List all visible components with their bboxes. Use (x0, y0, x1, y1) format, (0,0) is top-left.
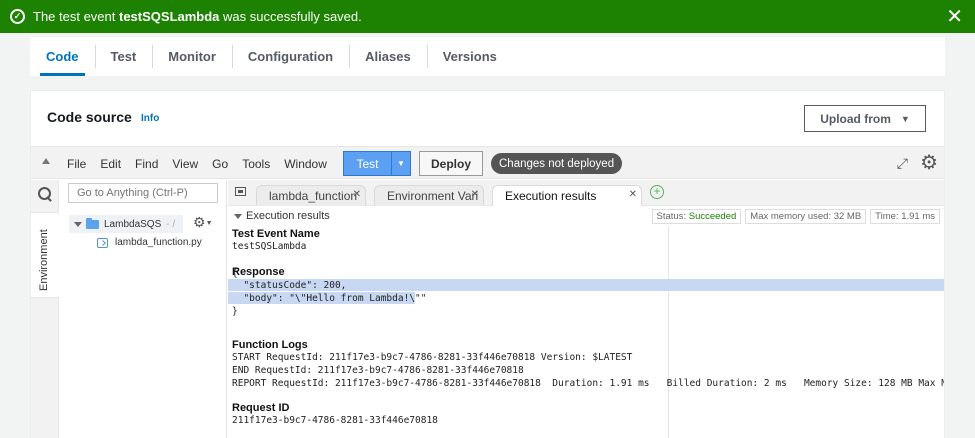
menu-edit[interactable]: Edit (100, 157, 121, 171)
tab-list-icon[interactable] (235, 187, 246, 196)
menu-file[interactable]: File (67, 157, 86, 171)
folder-name: LambdaSQS (104, 218, 162, 230)
file-name: lambda_function.py (115, 237, 202, 248)
menu-view[interactable]: View (172, 157, 198, 171)
request-id-heading: Request ID (232, 402, 290, 414)
memory-badge: Max memory used: 32 MB (745, 209, 867, 224)
close-tab-icon[interactable]: ✕ (353, 189, 361, 200)
environment-tab[interactable]: Environment (31, 212, 59, 298)
status-badge: Changes not deployed (491, 153, 623, 174)
test-dropdown-icon[interactable]: ▼ (392, 152, 410, 175)
flash-message: The test event testSQSLambda was success… (33, 9, 362, 24)
results-badges: Status: Succeeded Max memory used: 32 MB… (651, 209, 940, 224)
info-link[interactable]: Info (141, 113, 159, 124)
upload-from-label: Upload from (820, 111, 891, 126)
close-icon[interactable]: ✕ (946, 4, 963, 29)
response-line: } (232, 306, 238, 317)
tab-versions[interactable]: Versions (426, 37, 513, 76)
menu-window[interactable]: Window (284, 157, 327, 171)
ide-toolbar: File Edit Find View Go Tools Window Test… (31, 146, 944, 179)
success-flash-banner: ✓ The test event testSQSLambda was succe… (0, 0, 975, 33)
left-rail: Environment (31, 180, 59, 438)
code-source-panel: Code source Info Upload from ▼ File Edit… (30, 90, 945, 438)
code-source-title: Code source (47, 109, 132, 125)
search-icon[interactable] (38, 187, 52, 201)
file-tree: LambdaSQS - / ⚙▼ lambda_function.py (59, 180, 227, 438)
menu-tools[interactable]: Tools (242, 157, 270, 171)
log-line: START RequestId: 211f17e3-b9c7-4786-8281… (232, 352, 633, 363)
close-tab-icon[interactable]: ✕ (471, 189, 479, 200)
folder-path: - / (166, 218, 176, 230)
status-badge: Status: Succeeded (651, 209, 742, 224)
tab-test[interactable]: Test (94, 37, 153, 76)
test-button[interactable]: Test ▼ (343, 151, 411, 176)
collapse-icon[interactable] (42, 158, 50, 164)
check-circle-icon: ✓ (10, 9, 25, 24)
execution-results: Execution results Status: Succeeded Max … (228, 206, 944, 438)
response-line: "statusCode": 200, (232, 280, 347, 291)
goto-anything-input[interactable] (68, 183, 218, 203)
time-badge: Time: 1.91 ms (870, 209, 940, 224)
print-margin (668, 226, 669, 438)
tab-monitor[interactable]: Monitor (152, 37, 232, 76)
response-heading: Response (232, 266, 285, 278)
fullscreen-icon[interactable]: ⤢ (897, 155, 908, 172)
tree-file-row[interactable]: lambda_function.py (97, 237, 202, 248)
log-line: REPORT RequestId: 211f17e3-b9c7-4786-828… (232, 378, 944, 389)
test-event-value: testSQSLambda (232, 241, 307, 252)
close-tab-icon[interactable]: ✕ (629, 189, 637, 200)
tree-settings-icon[interactable]: ⚙▼ (193, 214, 213, 231)
add-tab-icon[interactable]: + (650, 185, 664, 199)
results-section-title: Execution results (246, 210, 330, 222)
editor-tab-execution-results[interactable]: Execution results ✕ (492, 185, 642, 206)
caret-down-icon: ▼ (900, 113, 910, 124)
log-line: END RequestId: 211f17e3-b9c7-4786-8281-3… (232, 365, 524, 376)
menu-go[interactable]: Go (212, 157, 228, 171)
ide-menu: File Edit Find View Go Tools Window (67, 157, 327, 171)
tab-code[interactable]: Code (30, 37, 95, 76)
tree-folder-row[interactable]: LambdaSQS - / (69, 215, 183, 233)
response-line: { (232, 268, 238, 279)
chevron-down-icon[interactable] (234, 213, 242, 219)
tab-aliases[interactable]: Aliases (349, 37, 427, 76)
chevron-down-icon[interactable] (74, 221, 82, 227)
environment-label: Environment (38, 229, 50, 291)
gear-icon[interactable]: ⚙ (920, 150, 938, 175)
python-file-icon (97, 237, 108, 248)
test-button-label[interactable]: Test (344, 152, 392, 175)
editor-tab-lambda-function[interactable]: lambda_function ✕ (256, 185, 366, 206)
menu-find[interactable]: Find (135, 157, 158, 171)
tab-configuration[interactable]: Configuration (231, 37, 349, 76)
editor-tab-environment-variables[interactable]: Environment Vari ✕ (374, 185, 484, 206)
upload-from-button[interactable]: Upload from ▼ (804, 105, 926, 132)
test-event-heading: Test Event Name (232, 228, 320, 240)
function-tabs: Code Test Monitor Configuration Aliases … (30, 37, 945, 76)
folder-icon (86, 217, 99, 229)
deploy-button[interactable]: Deploy (419, 151, 483, 176)
response-line: "body": "\"Hello from Lambda!\"" (232, 293, 427, 304)
function-logs-heading: Function Logs (232, 339, 308, 351)
editor-tabs: lambda_function ✕ Environment Vari ✕ Execu… (228, 180, 944, 206)
request-id-value: 211f17e3-b9c7-4786-8281-33f446e70818 (232, 415, 438, 426)
